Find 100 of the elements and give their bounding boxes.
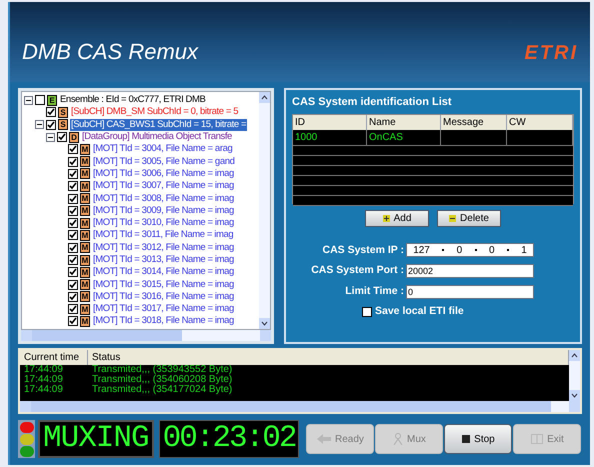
log-cell-text: 17:44:09	[23, 365, 64, 375]
tree-item[interactable]: [MOT] TId = 3013, File Name = imag	[92, 254, 235, 266]
checkbox[interactable]	[362, 306, 372, 317]
figure-icon	[393, 433, 403, 445]
field-label: CAS System Port :	[311, 263, 404, 278]
checkbox[interactable]	[68, 230, 78, 240]
checkbox[interactable]	[46, 107, 56, 118]
column-header[interactable]: ID	[293, 114, 367, 130]
node-type-icon: M	[80, 304, 90, 315]
port-field[interactable]: 20002	[406, 264, 534, 278]
checkbox[interactable]	[35, 95, 45, 106]
tree-item[interactable]: [MOT] TId = 3009, File Name = imag	[92, 204, 235, 217]
checkbox[interactable]	[68, 144, 78, 154]
ip-octet: 0	[488, 244, 494, 258]
checkbox[interactable]	[68, 267, 78, 278]
node-type-icon: M	[80, 230, 90, 241]
field-label: CAS System IP :	[322, 242, 404, 258]
tree-item[interactable]: [MOT] TId = 3015, File Name = imag	[92, 278, 235, 291]
ip-octet: 0	[456, 244, 462, 258]
tree-item[interactable]: [MOT] TId = 3008, File Name = imag	[92, 192, 235, 205]
tree-item[interactable]: [MOT] TId = 3010, File Name = imag	[92, 217, 235, 230]
ip-field[interactable]: 127 0 0 1	[406, 243, 534, 258]
column-header[interactable]: Message	[441, 114, 507, 130]
checkbox[interactable]	[68, 156, 78, 167]
node-type-icon: M	[80, 291, 90, 302]
scroll-down-icon[interactable]	[259, 318, 270, 329]
tree-item[interactable]: [MOT] TId = 3007, File Name = imag	[92, 180, 235, 192]
scroll-down-icon[interactable]	[569, 390, 580, 401]
tree-item[interactable]: [MOT] TId = 3004, File Name = arag	[92, 143, 234, 156]
scroll-up-icon[interactable]	[259, 92, 270, 103]
checkbox[interactable]	[46, 120, 56, 130]
checkbox-label: Save local ETI file	[375, 304, 464, 319]
checkbox[interactable]	[68, 242, 78, 253]
table-cell: OnCAS	[367, 130, 441, 144]
minus-icon	[449, 214, 456, 222]
field-label: Limit Time :	[345, 284, 404, 299]
node-type-icon: M	[80, 266, 90, 278]
vertical-scrollbar[interactable]	[259, 92, 270, 329]
horizontal-scrollbar[interactable]	[21, 330, 271, 341]
node-type-icon: M	[80, 168, 90, 180]
stop-button[interactable]: Stop	[444, 424, 512, 454]
log-cell-text: Transmited,,, (354060208 Byte)	[91, 375, 234, 385]
tree-item[interactable]: [MOT] TId = 3005, File Name = gand	[92, 156, 236, 168]
log-cell-text: Transmited,,, (353943552 Byte)	[91, 365, 234, 375]
checkbox[interactable]	[68, 255, 78, 265]
ip-octet: 1	[521, 244, 527, 258]
limit-time-field[interactable]: 0	[406, 284, 534, 299]
node-type-icon: M	[80, 279, 90, 290]
node-type-icon: M	[80, 193, 90, 204]
log-cell-text: 17:44:09	[23, 385, 64, 395]
tree-item[interactable]: [MOT] TId = 3012, File Name = imag	[92, 242, 235, 254]
node-type-icon: E	[47, 94, 57, 106]
delete-button[interactable]: Delete	[437, 210, 501, 226]
node-type-icon: M	[80, 156, 90, 168]
node-type-icon: S	[58, 106, 68, 118]
expander-icon[interactable]	[24, 96, 33, 105]
node-type-icon: S	[58, 119, 68, 130]
column-header[interactable]: CW	[507, 114, 573, 130]
checkbox[interactable]	[68, 181, 78, 192]
node-type-icon: M	[80, 218, 90, 229]
tree-item[interactable]: [MOT] TId = 3006, File Name = imag	[92, 168, 235, 180]
logo: ETRI	[524, 41, 578, 66]
checkbox[interactable]	[68, 206, 78, 216]
add-button[interactable]: Add	[365, 210, 429, 226]
tree-item[interactable]: [MOT] TId = 3016, File Name = imag	[92, 290, 235, 303]
checkbox[interactable]	[68, 292, 78, 302]
window-title: DMB CAS Remux	[22, 38, 198, 66]
checkbox[interactable]	[57, 132, 67, 142]
expander-icon[interactable]	[35, 120, 44, 130]
tree-item[interactable]: [SubCH] CAS_BWS1 SubChId = 15, bitrate =	[70, 118, 248, 131]
checkbox[interactable]	[68, 304, 78, 314]
tree-item[interactable]: [DataGroup] Multimedia Object Transfe	[81, 131, 233, 144]
expander-icon[interactable]	[46, 132, 55, 142]
log-cell-text: 17:44:09	[23, 375, 64, 385]
tree-item[interactable]: [MOT] TId = 3018, File Name = imag	[92, 315, 235, 328]
ip-octet: 127	[413, 244, 430, 258]
horizontal-scrollbar[interactable]	[20, 401, 580, 412]
column-header[interactable]: Name	[367, 114, 441, 130]
arrow-left-icon	[317, 434, 331, 444]
checkbox[interactable]	[68, 194, 78, 204]
tree-item[interactable]: [MOT] TId = 3011, File Name = imag	[92, 229, 234, 242]
timer-display: 00:23:02	[158, 420, 300, 458]
exit-icon	[531, 434, 544, 444]
checkbox[interactable]	[68, 168, 78, 179]
node-type-icon: M	[80, 205, 90, 216]
node-type-icon: M	[80, 254, 90, 266]
panel-title: CAS System identification List	[292, 95, 453, 110]
scroll-up-icon[interactable]	[569, 350, 580, 361]
log-cell-text: Transmited,,, (354177024 Byte)	[91, 385, 234, 395]
checkbox[interactable]	[68, 280, 78, 290]
tree-item[interactable]: Ensemble : EId = 0xC777, ETRI DMB	[59, 94, 206, 106]
node-type-icon: D	[69, 132, 79, 143]
checkbox[interactable]	[68, 218, 78, 228]
tree-item[interactable]: [SubCH] DMB_SM SubChId = 0, bitrate = 5	[70, 106, 240, 118]
vertical-scrollbar[interactable]	[569, 350, 580, 401]
node-type-icon: M	[80, 242, 90, 254]
checkbox[interactable]	[68, 316, 78, 326]
tree-item[interactable]: [MOT] TId = 3017, File Name = imag	[92, 303, 235, 316]
plus-icon	[382, 214, 390, 222]
tree-item[interactable]: [MOT] TId = 3014, File Name = imag	[92, 266, 235, 278]
